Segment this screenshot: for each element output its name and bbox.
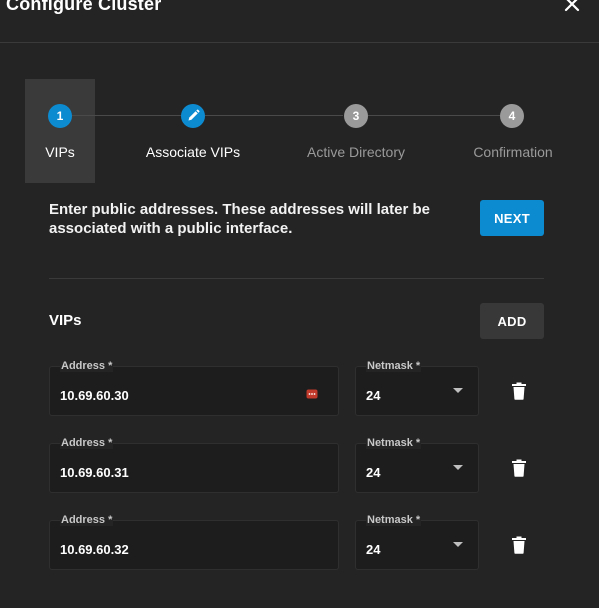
address-label: Address *: [60, 514, 114, 526]
netmask-value: 24: [366, 388, 381, 403]
step-label: Confirmation: [473, 144, 553, 160]
edit-icon: [188, 109, 200, 121]
address-label: Address *: [60, 360, 114, 372]
chevron-down-icon: [453, 542, 463, 547]
vips-section-title: VIPs: [49, 312, 82, 329]
address-field[interactable]: Address * 10.69.60.32: [49, 514, 339, 570]
step-number: 3: [344, 104, 368, 128]
add-vip-button[interactable]: ADD: [480, 303, 544, 339]
step-label: Associate VIPs: [145, 144, 241, 160]
close-icon[interactable]: [563, 0, 581, 13]
delete-icon[interactable]: [511, 536, 527, 554]
step-confirmation[interactable]: 4 Confirmation: [455, 79, 565, 183]
chevron-down-icon: [453, 388, 463, 393]
address-label: Address *: [60, 437, 114, 449]
address-value: 10.69.60.32: [60, 542, 129, 557]
step-vips[interactable]: 1 VIPs: [25, 79, 95, 183]
divider: [49, 278, 544, 279]
netmask-value: 24: [366, 465, 381, 480]
step-label: VIPs: [45, 144, 75, 160]
address-value: 10.69.60.30: [60, 388, 129, 403]
step-associate-vips[interactable]: Associate VIPs: [125, 79, 265, 183]
wizard-stepper: 1 VIPs Associate VIPs 3 Active Directory…: [25, 79, 565, 183]
netmask-select[interactable]: Netmask * 24: [355, 514, 479, 570]
dialog-header: Configure Cluster: [0, 0, 599, 43]
netmask-select[interactable]: Netmask * 24: [355, 437, 479, 493]
step-label: Active Directory: [306, 144, 406, 160]
step-active-directory[interactable]: 3 Active Directory: [290, 79, 420, 183]
netmask-label: Netmask *: [366, 514, 422, 526]
dialog-title: Configure Cluster: [6, 0, 162, 14]
netmask-value: 24: [366, 542, 381, 557]
intro-text: Enter public addresses. These addresses …: [49, 201, 430, 237]
delete-icon[interactable]: [511, 459, 527, 477]
address-field[interactable]: Address * 10.69.60.31: [49, 437, 339, 493]
delete-icon[interactable]: [511, 382, 527, 400]
configure-cluster-dialog: Configure Cluster 1 VIPs Associate VIPs …: [0, 0, 599, 608]
step-number: 1: [48, 104, 72, 128]
netmask-label: Netmask *: [366, 360, 422, 372]
next-button[interactable]: NEXT: [480, 200, 544, 236]
address-field[interactable]: Address * 10.69.60.30: [49, 360, 339, 416]
step-marker: [181, 104, 205, 128]
netmask-label: Netmask *: [366, 437, 422, 449]
address-value: 10.69.60.31: [60, 465, 129, 480]
password-manager-icon[interactable]: [306, 389, 318, 399]
chevron-down-icon: [453, 465, 463, 470]
step-number: 4: [500, 104, 524, 128]
netmask-select[interactable]: Netmask * 24: [355, 360, 479, 416]
